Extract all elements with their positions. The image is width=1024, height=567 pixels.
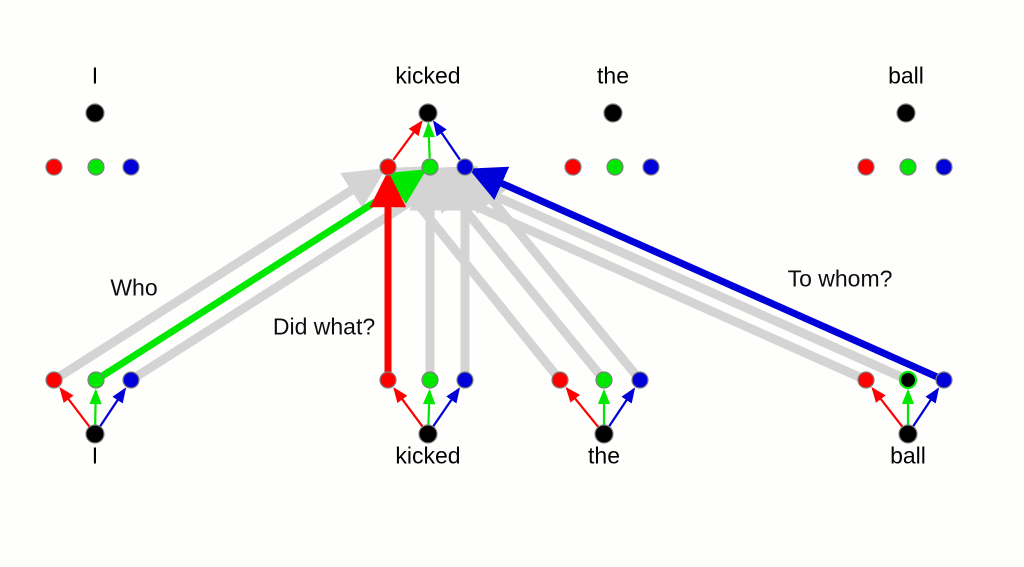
lower-token-label-kicked: kicked xyxy=(395,442,461,469)
upper-head-node-ball-blue-head[interactable] xyxy=(935,158,953,176)
lower-token-label-i: I xyxy=(91,442,99,469)
upper-token-label-i: I xyxy=(91,62,99,89)
diagram-canvas: I kicked the ball I kicked the ball Who … xyxy=(0,0,1024,567)
fan-out-input-layer-ball-blue-head xyxy=(911,387,940,428)
upper-head-node-kicked-red-head[interactable] xyxy=(379,158,397,176)
lower-token-node-the[interactable] xyxy=(594,424,614,444)
fan-in-output-layer-kicked-green-head xyxy=(422,121,436,159)
upper-head-node-I-green-head[interactable] xyxy=(87,158,105,176)
lower-head-node-I-green-head[interactable] xyxy=(87,371,105,389)
edge-label-to-whom: To whom? xyxy=(787,265,893,292)
upper-token-label-ball: ball xyxy=(888,62,924,89)
upper-head-node-ball-red-head[interactable] xyxy=(857,158,875,176)
lower-head-node-ball-blue-head[interactable] xyxy=(935,371,953,389)
lower-token-node-kicked[interactable] xyxy=(418,424,438,444)
fan-out-input-layer-kicked-green-head xyxy=(422,388,436,427)
lower-token-label-the: the xyxy=(588,442,620,469)
upper-head-node-ball-green-head[interactable] xyxy=(899,158,917,176)
lower-head-node-kicked-red-head[interactable] xyxy=(379,371,397,389)
upper-token-label-the: the xyxy=(597,62,629,89)
fan-out-input-layer-kicked-red-head xyxy=(393,387,425,429)
upper-head-node-kicked-green-head[interactable] xyxy=(421,158,439,176)
lower-head-node-ball-green-head[interactable] xyxy=(898,370,918,390)
lower-head-node-I-blue-head[interactable] xyxy=(122,371,140,389)
edge-label-who: Who xyxy=(110,274,158,301)
gray-attention-edges xyxy=(54,165,908,383)
fan-out-input-layer-I-green-head xyxy=(89,388,102,427)
upper-head-node-kicked-blue-head[interactable] xyxy=(456,158,474,176)
upper-head-node-the-blue-head[interactable] xyxy=(642,158,660,176)
edge-label-did-what: Did what? xyxy=(272,313,376,340)
upper-token-node-the[interactable] xyxy=(603,103,623,123)
lower-head-node-the-blue-head[interactable] xyxy=(631,371,649,389)
lower-token-node-I[interactable] xyxy=(85,424,105,444)
attention-edge-gray-1 xyxy=(54,168,387,383)
lower-token-node-ball[interactable] xyxy=(898,424,918,444)
lower-token-label-ball: ball xyxy=(890,442,926,469)
fan-out-input-layer-ball-red-head xyxy=(871,386,904,429)
lower-head-node-the-red-head[interactable] xyxy=(551,371,569,389)
attention-edge-gray-2 xyxy=(131,168,464,383)
lower-head-node-kicked-green-head[interactable] xyxy=(421,371,439,389)
lower-head-node-ball-red-head[interactable] xyxy=(857,371,875,389)
lower-head-node-kicked-blue-head[interactable] xyxy=(456,371,474,389)
fan-out-input-layer-the-red-head xyxy=(565,386,600,429)
upper-token-label-kicked: kicked xyxy=(395,62,461,89)
fan-in-output-layer-kicked-red-head xyxy=(392,120,423,161)
upper-head-node-I-blue-head[interactable] xyxy=(122,158,140,176)
upper-head-node-the-red-head[interactable] xyxy=(564,158,582,176)
upper-token-node-ball[interactable] xyxy=(896,103,916,123)
fan-out-input-layer-the-blue-head xyxy=(607,387,636,428)
upper-token-node-I[interactable] xyxy=(85,103,105,123)
lower-head-node-the-green-head[interactable] xyxy=(595,371,613,389)
lower-head-node-I-red-head[interactable] xyxy=(45,371,63,389)
fan-out-input-layer-I-red-head xyxy=(59,387,92,429)
upper-token-node-kicked[interactable] xyxy=(418,103,438,123)
upper-head-node-I-red-head[interactable] xyxy=(45,158,63,176)
fan-out-input-layer-kicked-blue-head xyxy=(431,387,461,429)
upper-head-node-the-green-head[interactable] xyxy=(606,158,624,176)
fan-in-output-layer-kicked-blue-head xyxy=(432,120,461,161)
fan-out-input-layer-I-blue-head xyxy=(98,387,127,428)
